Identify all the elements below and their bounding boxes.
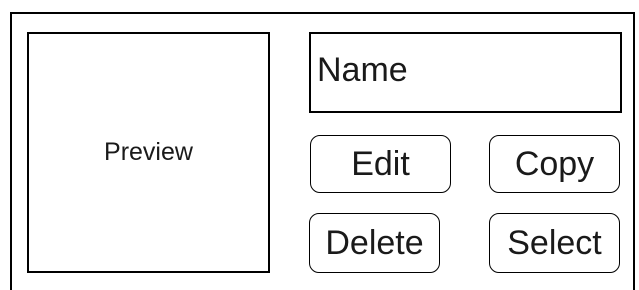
name-field-value: Name <box>317 51 408 89</box>
copy-button[interactable]: Copy <box>489 135 620 193</box>
preview-label: Preview <box>104 138 193 166</box>
name-field[interactable]: Name <box>309 32 622 113</box>
delete-button[interactable]: Delete <box>309 213 440 273</box>
select-button[interactable]: Select <box>489 213 620 273</box>
edit-button[interactable]: Edit <box>310 135 451 193</box>
preview-panel: Preview <box>27 32 270 273</box>
